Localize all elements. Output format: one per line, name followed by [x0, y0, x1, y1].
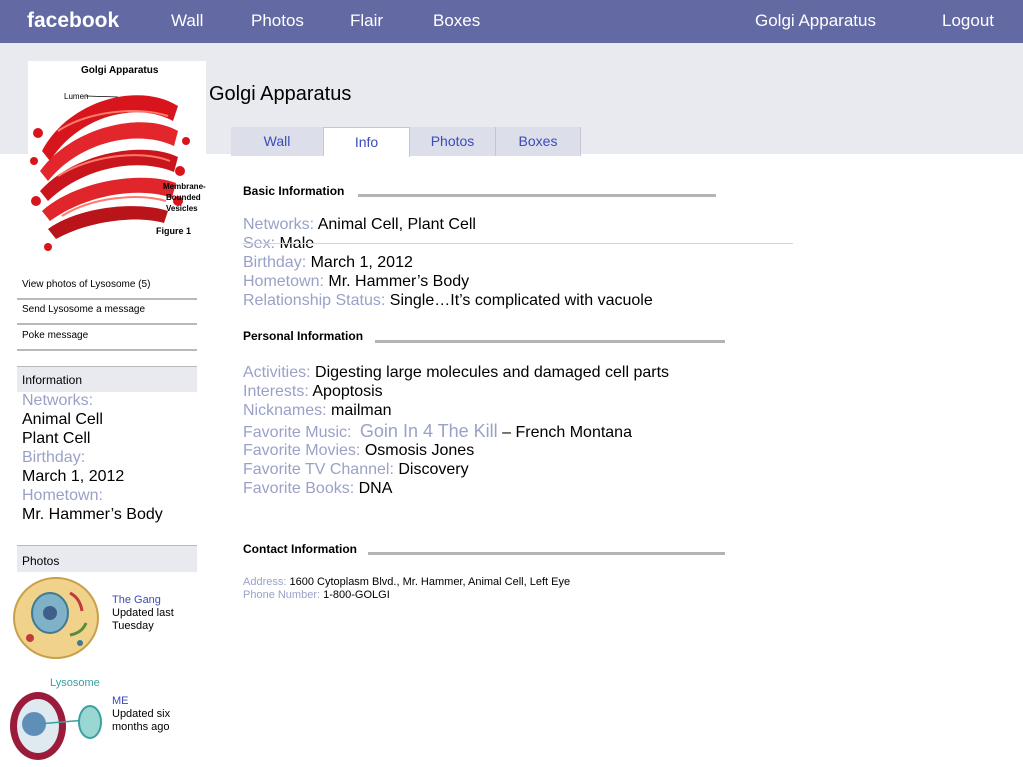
activities-label: Activities:: [243, 364, 311, 381]
facebook-logo[interactable]: facebook: [27, 9, 119, 33]
sidebar-hometown-value: Mr. Hammer’s Body: [22, 506, 163, 523]
illustration-title: Golgi Apparatus: [81, 65, 159, 76]
favorite-movies-label: Favorite Movies:: [243, 442, 361, 459]
favorite-books-label: Favorite Books:: [243, 480, 355, 497]
tab-boxes[interactable]: Boxes: [496, 127, 581, 156]
lysosome-illustration: Lysosome: [10, 677, 102, 760]
activities-row: Activities: Digesting large molecules an…: [243, 364, 669, 382]
album-updated: months ago: [112, 721, 170, 733]
relationship-label: Relationship Status:: [243, 292, 386, 309]
album-thumbnail-the-gang[interactable]: [10, 573, 102, 661]
view-photos-link[interactable]: View photos of Lysosome (5): [17, 276, 197, 300]
logout-link[interactable]: Logout: [942, 11, 994, 31]
favorite-music-row: Favorite Music: Goin In 4 The Kill – Fre…: [243, 421, 632, 442]
nicknames-row: Nicknames: mailman: [243, 402, 392, 420]
top-navigation-bar: facebook Wall Photos Flair Boxes Golgi A…: [0, 0, 1023, 43]
favorite-tv-value: Discovery: [398, 461, 469, 478]
cell-illustration: [13, 577, 99, 659]
profile-name: Golgi Apparatus: [209, 83, 352, 105]
favorite-movies-row: Favorite Movies: Osmosis Jones: [243, 442, 474, 460]
sidebar-networks-label: Networks:: [22, 392, 94, 409]
nav-boxes[interactable]: Boxes: [433, 11, 480, 31]
illustration-label-vesicles-2: Bounded: [166, 193, 201, 202]
favorite-music-link[interactable]: Goin In 4 The Kill: [360, 421, 498, 441]
basic-relationship-row: Relationship Status: Single…It’s complic…: [243, 292, 653, 310]
album-the-gang: The Gang Updated last Tuesday: [112, 594, 174, 633]
tab-wall[interactable]: Wall: [231, 127, 324, 156]
nicknames-label: Nicknames:: [243, 402, 327, 419]
nav-wall[interactable]: Wall: [171, 11, 203, 31]
album-thumbnail-me[interactable]: Lysosome: [8, 672, 104, 764]
profile-picture[interactable]: Golgi Apparatus Lumen Membrane- Bounded …: [28, 61, 206, 254]
networks-label: Networks:: [243, 216, 315, 233]
sidebar-birthday-label: Birthday:: [22, 449, 86, 466]
send-message-link[interactable]: Send Lysosome a message: [17, 301, 197, 325]
interests-row: Interests: Apoptosis: [243, 383, 383, 401]
favorite-tv-label: Favorite TV Channel:: [243, 461, 394, 478]
golgi-apparatus-illustration: Golgi Apparatus Lumen Membrane- Bounded …: [30, 65, 206, 251]
information-header: Information: [17, 366, 197, 392]
tab-info[interactable]: Info: [324, 127, 410, 157]
basic-sex-row: Sex: Male: [243, 235, 314, 253]
personal-information-title: Personal Information: [243, 329, 364, 343]
album-name[interactable]: ME: [112, 695, 170, 708]
thumb-label-lysosome: Lysosome: [50, 677, 100, 689]
illustration-label-lumen: Lumen: [64, 92, 88, 101]
contact-information-title: Contact Information: [243, 542, 357, 556]
illustration-label-vesicles-3: Vesicles: [166, 204, 198, 213]
sidebar-birthday-value: March 1, 2012: [22, 468, 125, 485]
phone-value: 1-800-GOLGI: [323, 589, 390, 601]
networks-value: Animal Cell, Plant Cell: [317, 216, 476, 233]
tab-photos[interactable]: Photos: [410, 127, 496, 156]
album-updated: Tuesday: [112, 620, 154, 632]
address-value: 1600 Cytoplasm Blvd., Mr. Hammer, Animal…: [289, 576, 571, 588]
album-updated: Updated last: [112, 607, 174, 619]
favorite-tv-row: Favorite TV Channel: Discovery: [243, 461, 469, 479]
birthday-label: Birthday:: [243, 254, 307, 271]
address-label: Address:: [243, 576, 287, 588]
phone-row: Phone Number: 1-800-GOLGI: [243, 589, 390, 601]
favorite-music-artist: – French Montana: [502, 424, 632, 441]
birthday-value: March 1, 2012: [310, 254, 413, 271]
photos-header: Photos: [17, 545, 197, 572]
sidebar-network-value: Animal Cell: [22, 411, 103, 428]
sidebar-network-value: Plant Cell: [22, 430, 91, 447]
activities-value: Digesting large molecules and damaged ce…: [315, 364, 670, 381]
interests-label: Interests:: [243, 383, 309, 400]
phone-label: Phone Number:: [243, 589, 321, 601]
favorite-movies-value: Osmosis Jones: [364, 442, 475, 459]
relationship-value: Single…It’s complicated with vacuole: [389, 292, 653, 309]
favorite-books-row: Favorite Books: DNA: [243, 480, 392, 498]
hometown-value: Mr. Hammer’s Body: [328, 273, 470, 290]
section-divider: [375, 340, 725, 343]
nav-flair[interactable]: Flair: [350, 11, 383, 31]
hometown-label: Hometown:: [243, 273, 324, 290]
sidebar-information: Networks: Animal Cell Plant Cell Birthda…: [22, 391, 163, 524]
illustration-figure-label: Figure 1: [156, 226, 191, 236]
basic-information-title: Basic Information: [243, 184, 345, 198]
basic-networks-row: Networks: Animal Cell, Plant Cell: [243, 216, 476, 234]
section-divider: [358, 194, 716, 197]
illustration-label-vesicles-1: Membrane-: [163, 182, 206, 191]
nav-profile-link[interactable]: Golgi Apparatus: [755, 11, 876, 31]
basic-birthday-row: Birthday: March 1, 2012: [243, 254, 413, 272]
poke-link[interactable]: Poke message: [17, 327, 197, 351]
nav-photos[interactable]: Photos: [251, 11, 304, 31]
section-divider: [368, 552, 725, 555]
row-divider: [243, 243, 793, 244]
favorite-music-label: Favorite Music:: [243, 424, 352, 441]
golgi-cisternae: [40, 95, 178, 239]
album-updated: Updated six: [112, 708, 171, 720]
album-me: ME Updated six months ago: [112, 695, 170, 734]
sidebar-hometown-label: Hometown:: [22, 487, 103, 504]
nicknames-value: mailman: [331, 402, 392, 419]
album-name[interactable]: The Gang: [112, 594, 174, 607]
favorite-books-value: DNA: [358, 480, 393, 497]
basic-hometown-row: Hometown: Mr. Hammer’s Body: [243, 273, 469, 291]
interests-value: Apoptosis: [312, 383, 383, 400]
address-row: Address: 1600 Cytoplasm Blvd., Mr. Hamme…: [243, 576, 570, 588]
